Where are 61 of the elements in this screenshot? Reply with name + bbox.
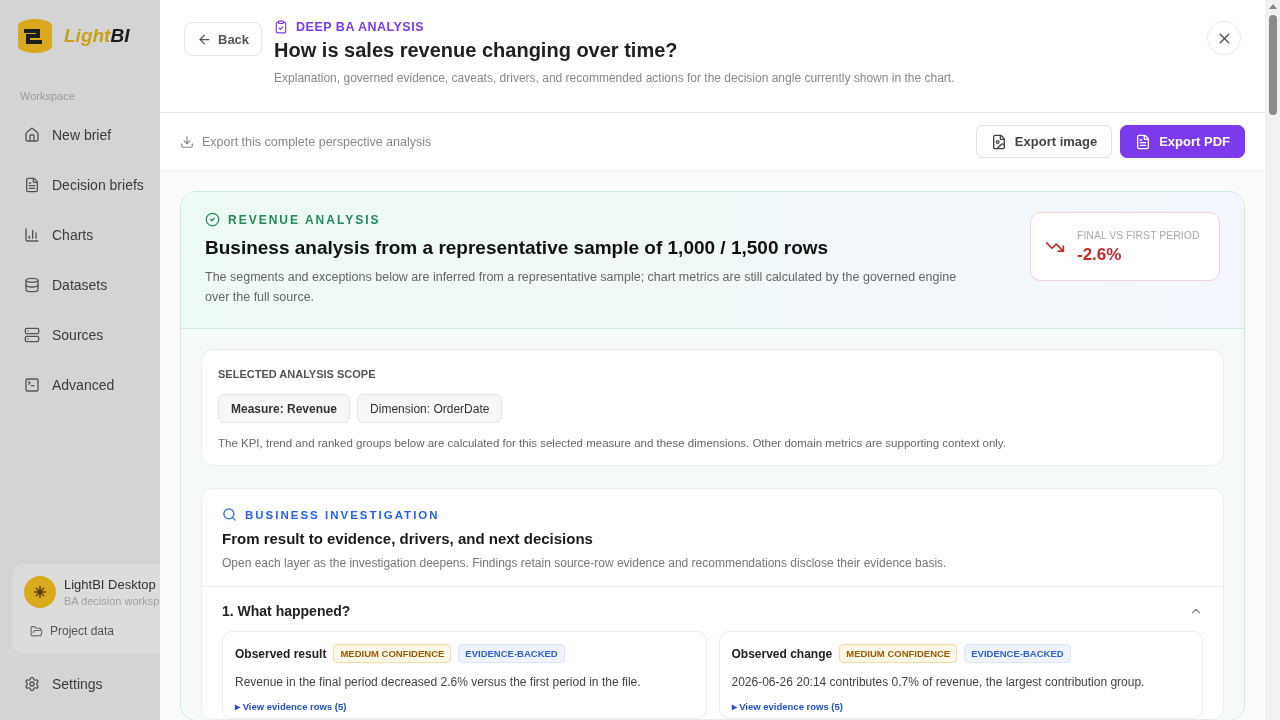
bar-chart-icon [24,227,40,243]
nav-item[interactable]: Charts [0,210,160,260]
home-icon [24,127,40,143]
evidence-tag: EVIDENCE-BACKED [458,644,565,663]
scrollbar-thumb[interactable] [1268,15,1277,115]
investigation-title: From result to evidence, drivers, and next decisions [222,530,594,547]
kpi-label: FINAL VS FIRST PERIOD [1077,228,1200,241]
evidence-link[interactable]: ▸ View evidence rows (5) [235,701,347,712]
settings-item[interactable]: Settings [0,662,160,706]
finding-title: Observed result [235,646,327,661]
scope-chip[interactable]: Dimension: OrderDate [357,394,503,423]
section-label: Workspace [20,90,76,102]
eyebrow: BUSINESS INVESTIGATION [245,508,440,521]
kpi-value: -2.6% [1077,244,1123,265]
scope-note: The KPI, trend and ranked groups below are calculated for this selected measure and these dimensions. Other domain metrics are supporting context only. [218,437,1007,449]
nav-item[interactable]: Sources [0,310,160,360]
evidence-tag: EVIDENCE-BACKED [964,644,1071,663]
close-button[interactable] [1207,21,1241,55]
analysis-title: Business analysis from a representative sample of 1,000 / 1,500 rows [205,237,830,259]
project-data-link[interactable]: Project data [30,624,160,638]
server-icon [24,327,40,343]
document-icon [1135,133,1152,150]
scope-chip[interactable]: Measure: Revenue [218,394,351,423]
workspace-subtitle: BA decision worksp [64,595,160,607]
nav-item[interactable]: New brief [0,110,160,160]
logo-icon [16,18,54,54]
confidence-tag: MEDIUM CONFIDENCE [839,644,958,663]
finding-title: Observed change [731,646,833,661]
search-icon [222,507,237,522]
scope-title: SELECTED ANALYSIS SCOPE [218,368,377,380]
eyebrow: REVENUE ANALYSIS [228,212,381,227]
back-button[interactable]: Back [184,22,263,56]
eyebrow: DEEP BA ANALYSIS [296,20,425,34]
nav-item[interactable]: Datasets [0,260,160,310]
panel-subtitle: Explanation, governed evidence, caveats, drivers, and recommended actions for the decision angle currently shown in the chart. [274,71,956,85]
document-icon [24,177,40,193]
download-icon [180,134,194,149]
finding-text: Revenue in the final period decreased 2.6% versus the first period in the file. [235,675,642,689]
clipboard-icon [274,20,289,34]
workspace-avatar [24,576,56,608]
nav-item[interactable]: Advanced [0,360,160,410]
export-image-button[interactable]: Export image [975,125,1113,158]
investigation-description: Open each layer as the investigation deepens. Findings retain source-row evidence and recommendations disclose their evidence basis. [222,556,948,570]
finding-text: 2026-06-26 20:14 contributes 0.7% of revenue, the largest contribution group. [731,675,1146,689]
scroll-up-icon[interactable] [1268,4,1277,9]
folder-icon [30,624,43,638]
evidence-link[interactable]: ▸ View evidence rows (5) [731,701,843,712]
section-header[interactable]: 1. What happened? [202,587,1223,631]
database-icon [24,277,40,293]
analysis-description: The segments and exceptions below are inferred from a representative sample; chart metrics are still calculated by the governed engine over the full source. [205,269,958,306]
nav-item[interactable]: Decision briefs [0,160,160,210]
image-file-icon [990,133,1007,150]
confidence-tag: MEDIUM CONFIDENCE [333,644,452,663]
panel-title: How is sales revenue changing over time? [274,39,679,62]
settings-icon [24,676,40,692]
export-pdf-button[interactable]: Export PDF [1120,125,1245,158]
export-hint: Export this complete perspective analysis [202,134,432,149]
workspace-name: LightBI Desktop [64,577,157,592]
brand-name: LightBI [64,25,130,47]
check-circle-icon [205,212,220,227]
terminal-icon [24,377,40,393]
